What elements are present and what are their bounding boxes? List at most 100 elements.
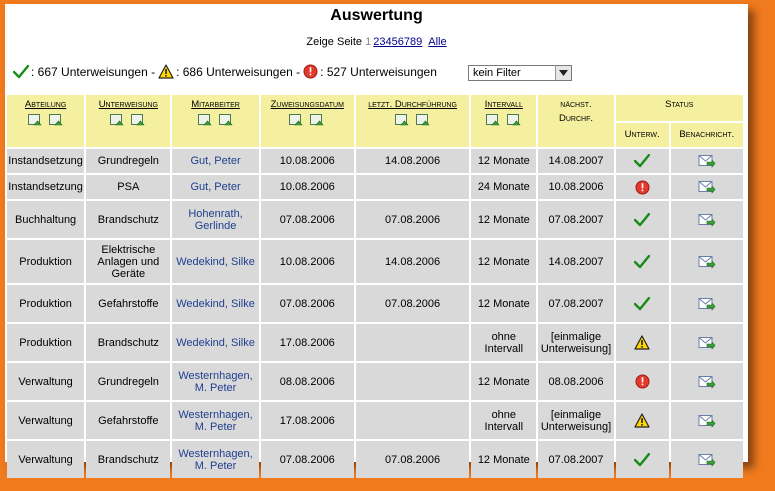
cell-letzt-durchfuehrung — [355, 363, 470, 400]
header-mitarbeiter[interactable]: Mitarbeiter — [172, 95, 259, 147]
cell-intervall: 12 Monate — [471, 441, 537, 478]
header-unterweisung[interactable]: Unterweisung — [86, 95, 171, 147]
pager-all-link[interactable]: Alle — [428, 36, 446, 48]
cell-abteilung-text: Instandsetzung — [8, 155, 83, 167]
send-mail-icon[interactable] — [698, 181, 716, 194]
sort-descending-icon[interactable] — [310, 114, 325, 130]
sort-ascending-icon[interactable] — [485, 114, 501, 130]
cell-status-unterw — [615, 402, 669, 439]
cell-benachrichtigung[interactable] — [670, 441, 743, 478]
cell-benachrichtigung[interactable] — [670, 175, 743, 199]
header-intervall[interactable]: Intervall — [471, 95, 537, 147]
cell-abteilung: Verwaltung — [7, 363, 85, 400]
warning-icon — [634, 413, 650, 428]
check-icon — [634, 296, 651, 310]
send-mail-icon[interactable] — [698, 155, 716, 168]
cell-abteilung-text: Produktion — [19, 297, 72, 310]
cell-letzt-durchfuehrung-text: 14.08.2006 — [385, 255, 441, 268]
cell-zuweisungsdatum-text: 10.08.2006 — [279, 155, 335, 167]
cell-zuweisungsdatum-text: 07.08.2006 — [279, 453, 335, 466]
send-mail-icon[interactable] — [698, 375, 716, 389]
cell-mitarbeiter-text[interactable]: Wedekind, Silke — [176, 337, 255, 349]
cell-benachrichtigung[interactable] — [670, 201, 743, 238]
send-mail-icon[interactable] — [698, 255, 716, 269]
cell-mitarbeiter-text[interactable]: Hohenrath, Gerlinde — [188, 208, 242, 232]
cell-zuweisungsdatum-text: 10.08.2006 — [279, 181, 335, 193]
cell-mitarbeiter[interactable]: Wedekind, Silke — [172, 324, 259, 361]
pagination: Zeige Seite 1 23456789 Alle — [5, 36, 748, 48]
header-benachricht: Benachricht. — [670, 123, 743, 147]
header-zuweisungsdatum[interactable]: Zuweisungsdatum — [260, 95, 354, 147]
cell-naechst-durchf-text: 07.08.2007 — [548, 297, 604, 310]
cell-mitarbeiter-text[interactable]: Westernhagen, M. Peter — [178, 370, 252, 394]
cell-benachrichtigung[interactable] — [670, 149, 743, 173]
cell-mitarbeiter-text[interactable]: Gut, Peter — [190, 181, 240, 193]
cell-benachrichtigung[interactable] — [670, 402, 743, 439]
pager-page-link[interactable]: 9 — [416, 36, 422, 48]
cell-mitarbeiter-text[interactable]: Gut, Peter — [190, 155, 240, 167]
cell-benachrichtigung[interactable] — [670, 363, 743, 400]
cell-mitarbeiter[interactable]: Wedekind, Silke — [172, 240, 259, 283]
filter-select[interactable]: kein Filter — [468, 65, 572, 81]
cell-intervall-text: 12 Monate — [477, 255, 530, 268]
table-row: Verwaltung Gefahrstoffe Westernhagen, M. P… — [7, 402, 743, 439]
cell-intervall-text: ohne Intervall — [484, 408, 524, 433]
filter-value: kein Filter — [473, 67, 521, 79]
header-letzt-durchfuehrung[interactable]: letzt. Durchführung — [355, 95, 470, 147]
cell-naechst-durchf: [einmalige Unterweisung] — [538, 324, 614, 361]
cell-naechst-durchf: 07.08.2007 — [538, 441, 614, 478]
chevron-down-icon[interactable] — [555, 66, 571, 80]
send-mail-icon[interactable] — [698, 336, 716, 350]
send-mail-icon[interactable] — [698, 453, 716, 467]
cell-abteilung: Produktion — [7, 324, 85, 361]
send-mail-icon[interactable] — [698, 414, 716, 428]
cell-abteilung: Verwaltung — [7, 402, 85, 439]
cell-abteilung-text: Instandsetzung — [8, 181, 83, 193]
evaluation-table: Abteilung Unterweisung Mitarbeiter Zuwei… — [5, 93, 745, 480]
send-mail-icon[interactable] — [698, 213, 716, 227]
sort-ascending-icon[interactable] — [110, 114, 125, 130]
cell-zuweisungsdatum: 07.08.2006 — [260, 285, 354, 322]
cell-mitarbeiter-text[interactable]: Westernhagen, M. Peter — [178, 448, 252, 472]
cell-unterweisung: Gefahrstoffe — [86, 285, 171, 322]
sort-descending-icon[interactable] — [131, 114, 146, 130]
page-title: Auswertung — [330, 7, 423, 24]
cell-mitarbeiter-text[interactable]: Wedekind, Silke — [176, 298, 255, 310]
cell-mitarbeiter[interactable]: Wedekind, Silke — [172, 285, 259, 322]
sort-descending-icon[interactable] — [506, 114, 522, 130]
cell-benachrichtigung[interactable] — [670, 285, 743, 322]
cell-status-unterw — [615, 324, 669, 361]
cell-mitarbeiter-text[interactable]: Wedekind, Silke — [176, 256, 255, 268]
check-icon — [634, 212, 651, 226]
cell-benachrichtigung[interactable] — [670, 324, 743, 361]
cell-benachrichtigung[interactable] — [670, 240, 743, 283]
sort-ascending-icon[interactable] — [289, 114, 304, 130]
sort-ascending-icon[interactable] — [394, 114, 410, 130]
send-mail-icon[interactable] — [698, 297, 716, 311]
sort-ascending-icon[interactable] — [27, 114, 43, 130]
error-icon — [635, 180, 650, 194]
cell-mitarbeiter[interactable]: Westernhagen, M. Peter — [172, 441, 259, 478]
table-row: Instandsetzung Grundregeln Gut, Peter 10.08… — [7, 149, 743, 173]
cell-mitarbeiter[interactable]: Westernhagen, M. Peter — [172, 363, 259, 400]
cell-naechst-durchf: 14.08.2007 — [538, 149, 614, 173]
sort-descending-icon[interactable] — [415, 114, 431, 130]
sort-ascending-icon[interactable] — [197, 114, 213, 130]
cell-zuweisungsdatum-text: 17.08.2006 — [279, 336, 335, 349]
cell-mitarbeiter[interactable]: Gut, Peter — [172, 149, 259, 173]
cell-letzt-durchfuehrung — [355, 175, 470, 199]
cell-mitarbeiter[interactable]: Gut, Peter — [172, 175, 259, 199]
report-panel: Auswertung Zeige Seite 1 23456789 Alle : 6… — [5, 4, 748, 478]
table-row: Verwaltung Grundregeln Westernhagen, M. Pe… — [7, 363, 743, 400]
cell-mitarbeiter[interactable]: Hohenrath, Gerlinde — [172, 201, 259, 238]
cell-abteilung-text: Verwaltung — [18, 414, 73, 427]
sort-descending-icon[interactable] — [218, 114, 234, 130]
cell-mitarbeiter-text[interactable]: Westernhagen, M. Peter — [178, 409, 252, 433]
cell-intervall: 12 Monate — [471, 285, 537, 322]
check-icon — [634, 452, 651, 466]
header-abteilung[interactable]: Abteilung — [7, 95, 85, 147]
cell-mitarbeiter[interactable]: Westernhagen, M. Peter — [172, 402, 259, 439]
check-icon — [13, 64, 29, 79]
sort-descending-icon[interactable] — [48, 114, 64, 130]
cell-abteilung: Produktion — [7, 240, 85, 283]
